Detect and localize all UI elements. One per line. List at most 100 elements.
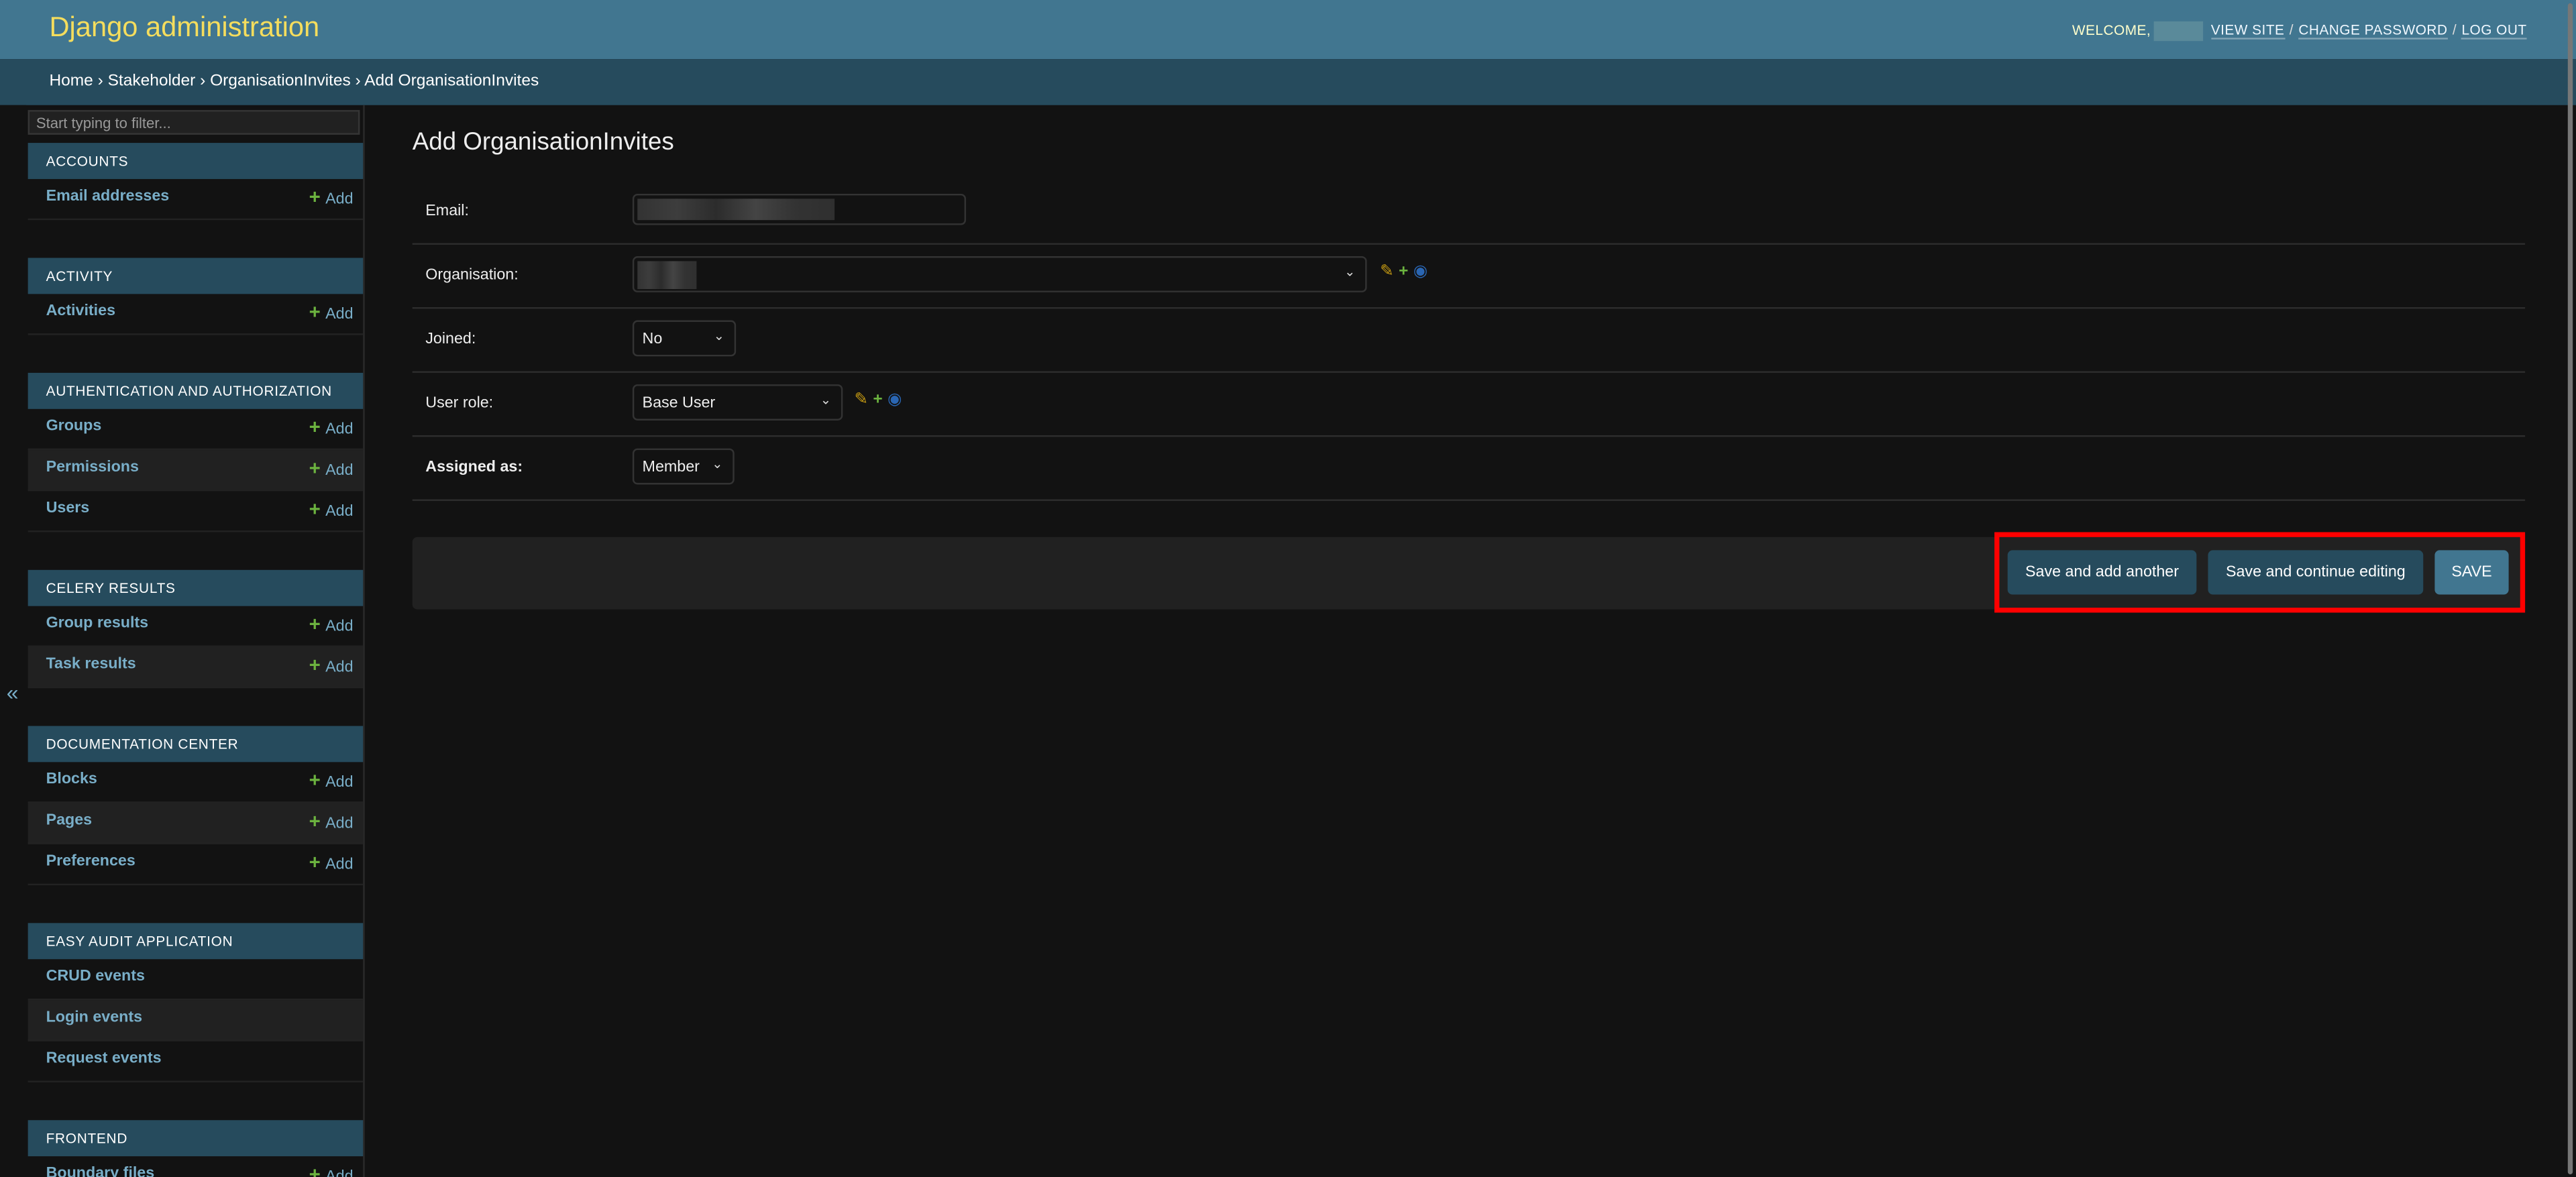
- sidebar-item-link[interactable]: CRUD events: [46, 959, 145, 995]
- sidebar-item-link[interactable]: Users: [46, 491, 90, 527]
- sidebar-item: Permissions + Add: [28, 450, 364, 492]
- add-link[interactable]: + Add: [309, 409, 354, 449]
- app-list: ACCOUNTS Email addresses + Add ACTIVITY Activ…: [28, 143, 364, 1177]
- form-row-joined: Joined: No ⌄: [412, 309, 2526, 373]
- pencil-icon[interactable]: ✎: [854, 391, 868, 409]
- sidebar-item: CRUD events: [28, 959, 364, 1001]
- module-title[interactable]: CELERY RESULTS: [28, 569, 364, 606]
- plus-icon: +: [309, 185, 321, 209]
- sidebar-item: Group results + Add: [28, 606, 364, 647]
- highlight-box: [1994, 532, 2526, 613]
- sidebar-item-link[interactable]: Task results: [46, 647, 136, 683]
- joined-value: No: [642, 330, 663, 349]
- sidebar-item: Login events: [28, 1000, 364, 1042]
- module-title[interactable]: DOCUMENTATION CENTER: [28, 726, 364, 763]
- view-site-link[interactable]: VIEW SITE: [2210, 21, 2285, 40]
- nav-sidebar: ACCOUNTSEmail addresses+AddACTIVITYActiv…: [26, 105, 365, 1177]
- breadcrumb-current: Add OrganisationInvites: [364, 72, 539, 91]
- breadcrumb-home[interactable]: Home: [49, 72, 93, 91]
- app-module: ACTIVITY Activities + Add: [28, 258, 364, 335]
- sidebar-item-link[interactable]: Request events: [46, 1042, 162, 1078]
- plus-icon[interactable]: +: [873, 391, 882, 409]
- plus-icon: +: [309, 1162, 321, 1177]
- plus-icon: +: [309, 809, 321, 833]
- sidebar-item-link[interactable]: Preferences: [46, 844, 136, 881]
- collapse-icon[interactable]: «: [7, 680, 19, 705]
- sidebar-filter-input[interactable]: [28, 110, 360, 135]
- nav-sidebar-toggle[interactable]: «: [0, 105, 27, 1177]
- module-title[interactable]: EASY AUDIT APPLICATION: [28, 923, 364, 960]
- plus-icon: +: [309, 300, 321, 324]
- sidebar-item-link[interactable]: Groups: [46, 409, 102, 445]
- site-brand[interactable]: Django administration: [49, 11, 319, 44]
- joined-select[interactable]: No ⌄: [632, 320, 737, 357]
- plus-icon: +: [309, 612, 321, 636]
- sidebar-item-link[interactable]: Login events: [46, 1000, 142, 1036]
- eye-icon[interactable]: ◉: [888, 391, 902, 409]
- add-label: Add: [325, 305, 354, 324]
- add-label: Add: [325, 1168, 354, 1177]
- sidebar-item: Blocks + Add: [28, 762, 364, 803]
- add-label: Add: [325, 617, 354, 636]
- module-title[interactable]: FRONTEND: [28, 1120, 364, 1157]
- form-row-email: Email:: [412, 180, 2526, 245]
- assigned-as-select[interactable]: Member ⌄: [632, 448, 735, 485]
- change-password-link[interactable]: CHANGE PASSWORD: [2298, 21, 2448, 40]
- breadcrumb-model[interactable]: OrganisationInvites: [210, 72, 351, 91]
- plus-icon: +: [309, 456, 321, 480]
- sidebar-item-link[interactable]: Group results: [46, 606, 149, 642]
- organisation-label: Organisation:: [425, 266, 519, 284]
- user-role-select[interactable]: Base User ⌄: [632, 384, 843, 421]
- plus-icon: +: [309, 415, 321, 439]
- logout-link[interactable]: LOG OUT: [2461, 21, 2527, 40]
- app-module: DOCUMENTATION CENTER Blocks + Add Pages + Add P…: [28, 726, 364, 886]
- plus-icon[interactable]: +: [1399, 263, 1408, 281]
- sidebar-item-link[interactable]: Pages: [46, 803, 93, 840]
- chevron-down-icon: ⌄: [820, 392, 832, 408]
- add-link[interactable]: + Add: [309, 450, 354, 490]
- sidebar-item-link[interactable]: Blocks: [46, 762, 97, 798]
- chevron-down-icon: ⌄: [713, 328, 725, 343]
- add-link[interactable]: + Add: [309, 1156, 354, 1177]
- add-link[interactable]: + Add: [309, 179, 354, 219]
- user-role-value: Base User: [642, 394, 716, 412]
- sidebar-item-link[interactable]: Permissions: [46, 450, 139, 486]
- form-row-organisation: Organisation: ⌄ ✎ + ◉: [412, 245, 2526, 309]
- welcome-text: WELCOME,: [2072, 21, 2151, 38]
- add-label: Add: [325, 420, 354, 439]
- scrollbar[interactable]: [2567, 3, 2573, 1175]
- sidebar-item: Task results + Add: [28, 647, 364, 689]
- plus-icon: +: [309, 653, 321, 677]
- add-link[interactable]: + Add: [309, 803, 354, 843]
- eye-icon[interactable]: ◉: [1413, 263, 1428, 281]
- add-link[interactable]: + Add: [309, 762, 354, 801]
- user-tools: WELCOME, VIEW SITE / CHANGE PASSWORD / LOG O…: [2072, 21, 2527, 42]
- module-title[interactable]: AUTHENTICATION AND AUTHORIZATION: [28, 372, 364, 409]
- redacted-value: [637, 261, 697, 290]
- add-label: Add: [325, 773, 354, 792]
- sidebar-item-link[interactable]: Boundary files: [46, 1156, 155, 1177]
- sidebar-item-link[interactable]: Email addresses: [46, 179, 170, 215]
- add-link[interactable]: + Add: [309, 491, 354, 530]
- assigned-as-value: Member: [642, 458, 700, 477]
- sidebar-item: Preferences + Add: [28, 844, 364, 886]
- add-link[interactable]: + Add: [309, 294, 354, 333]
- sidebar-item: Pages + Add: [28, 803, 364, 844]
- user-role-label: User role:: [425, 394, 494, 412]
- chevron-down-icon: ⌄: [1344, 264, 1356, 280]
- add-link[interactable]: + Add: [309, 606, 354, 646]
- app-module: AUTHENTICATION AND AUTHORIZATION Groups + A…: [28, 372, 364, 533]
- module-title[interactable]: ACCOUNTS: [28, 143, 364, 179]
- app-module: CELERY RESULTS Group results + Add Task resu…: [28, 569, 364, 689]
- email-field[interactable]: [632, 193, 967, 225]
- organisation-select[interactable]: ⌄: [632, 256, 1367, 292]
- add-link[interactable]: + Add: [309, 844, 354, 884]
- add-label: Add: [325, 659, 354, 677]
- module-title[interactable]: ACTIVITY: [28, 258, 364, 294]
- sidebar-item: Request events: [28, 1042, 364, 1082]
- breadcrumb-app[interactable]: Stakeholder: [108, 72, 196, 91]
- pencil-icon[interactable]: ✎: [1380, 263, 1394, 281]
- sidebar-item-link[interactable]: Activities: [46, 294, 115, 330]
- add-link[interactable]: + Add: [309, 647, 354, 687]
- add-label: Add: [325, 855, 354, 874]
